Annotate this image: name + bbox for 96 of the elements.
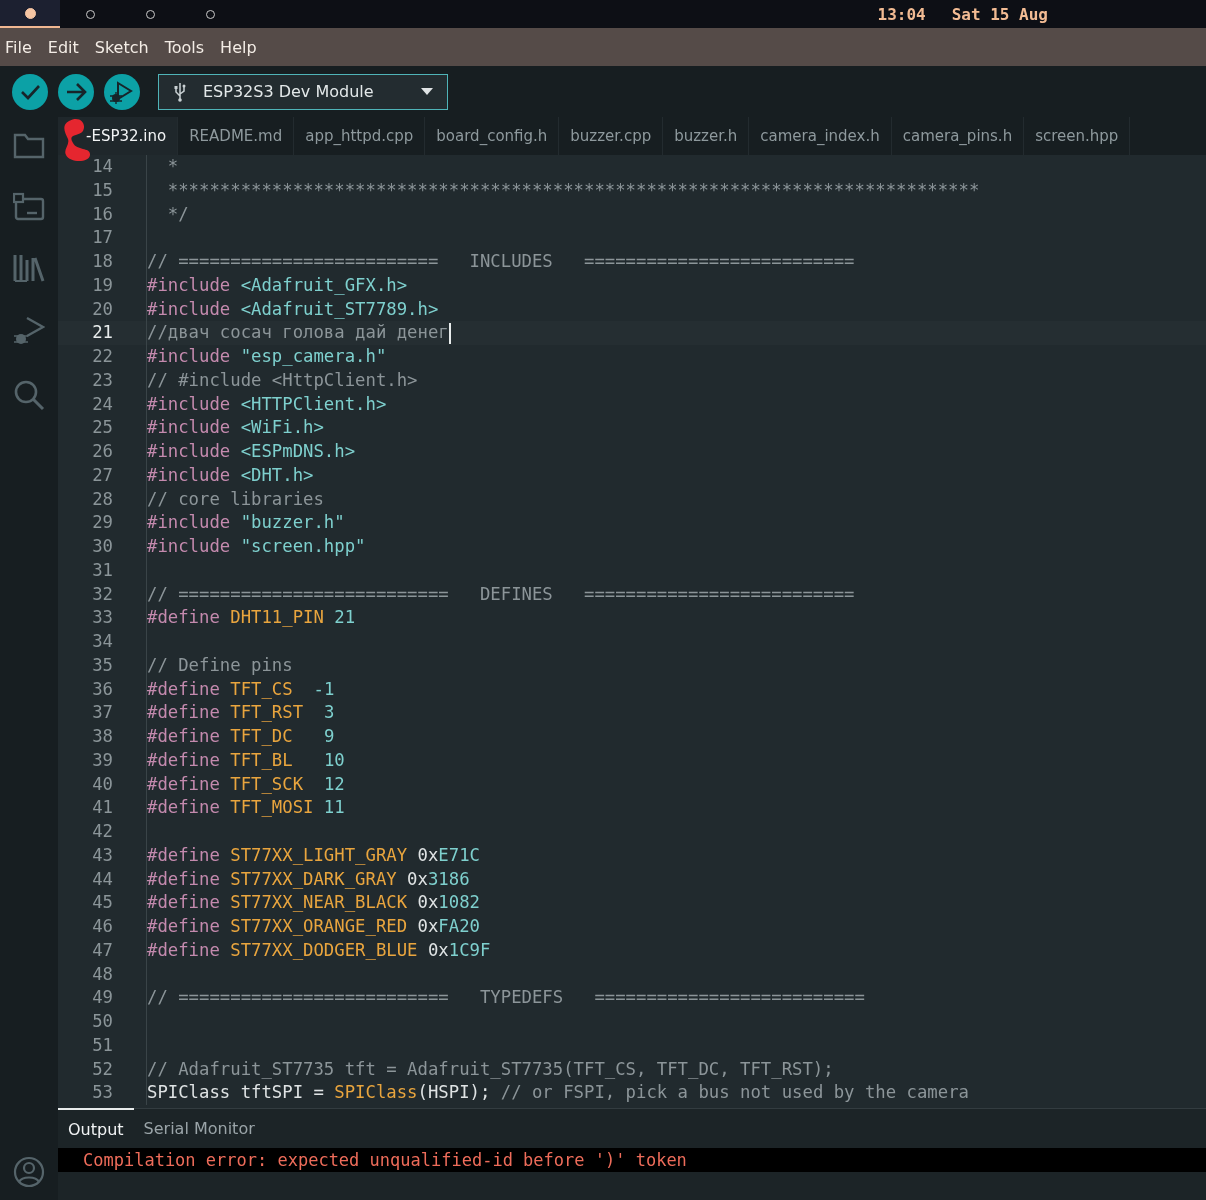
verify-icon[interactable] (12, 73, 48, 110)
line-number: 48 (91, 962, 114, 986)
code-line: // core libraries (147, 487, 324, 511)
menu-item[interactable]: Sketch (94, 37, 149, 57)
code-line: #define DHT11_PIN 21 (147, 606, 356, 630)
code-line: ****************************************************************************** (166, 178, 980, 202)
code-line: #include <WiFi.h> (147, 416, 324, 440)
line-number: 14 (91, 155, 114, 178)
code-line: */ (166, 202, 189, 226)
line-number: 29 (91, 511, 114, 535)
board-icon[interactable] (13, 191, 45, 221)
line-number: 43 (91, 843, 114, 867)
line-number: 20 (91, 297, 114, 321)
library-icon[interactable] (13, 253, 45, 283)
text-cursor (448, 322, 451, 344)
code-line: #define TFT_DC 9 (147, 725, 335, 748)
line-number: 50 (91, 1010, 114, 1033)
line-number: 40 (91, 772, 114, 796)
line-number: 53 (91, 1081, 114, 1105)
code-line: #include <Adafruit_ST7789.h> (147, 297, 439, 321)
code-line: // Adafruit_ST7735 tft = Adafruit_ST7735(TFT_CS, TFT_DC, TFT_RST); (147, 1057, 834, 1081)
code-line: //двач сосач голова дай денег (147, 321, 449, 345)
line-number: 51 (91, 1033, 114, 1057)
code-line: #include "screen.hpp" (147, 535, 366, 558)
code-line: SPIClass tftSPI = SPIClass(HSPI); // or FSPI, pick a bus not used by the camera (147, 1081, 969, 1105)
line-number: 36 (91, 677, 114, 701)
code-line: #include <ESPmDNS.h> (147, 440, 356, 463)
panel-tab[interactable]: Serial Monitor (133, 1109, 265, 1148)
menu-item[interactable]: Tools (164, 37, 205, 57)
code-line: // Define pins (147, 653, 293, 677)
caret-icon (421, 88, 433, 95)
line-number: 34 (91, 630, 114, 653)
menu-item[interactable]: Help (220, 37, 257, 57)
code-line: #include <Adafruit_GFX.h> (147, 273, 408, 297)
code-line: #define TFT_SCK 12 (147, 772, 345, 796)
line-number: 39 (91, 748, 114, 772)
line-number: 26 (91, 440, 114, 463)
code-line: #define ST77XX_DODGER_BLUE 0x1C9F (147, 938, 491, 962)
search-icon[interactable] (13, 379, 45, 411)
clock-date: Sat 15 Aug (951, 4, 1048, 24)
code-line: #define TFT_BL 10 (147, 748, 345, 772)
code-line: #define ST77XX_DARK_GRAY 0x3186 (147, 867, 470, 891)
line-number: 16 (91, 202, 114, 226)
line-number: 15 (91, 178, 114, 202)
line-number: 22 (91, 345, 114, 368)
code-line: #include "buzzer.h" (147, 511, 345, 535)
line-number: 46 (91, 915, 114, 938)
debug-icon[interactable] (104, 73, 140, 110)
line-number: 44 (91, 867, 114, 891)
code-line: #define ST77XX_ORANGE_RED 0xFA20 (147, 915, 480, 938)
line-number: 23 (91, 368, 114, 392)
code-line: // ========================== DEFINES ========================== (147, 582, 855, 606)
code-line: #define TFT_RST 3 (147, 701, 335, 725)
line-number: 37 (91, 701, 114, 725)
upload-icon[interactable] (58, 73, 94, 110)
code-line: #define TFT_CS -1 (147, 677, 335, 701)
workspace-indicator[interactable] (0, 0, 60, 28)
line-number: 49 (91, 986, 114, 1010)
line-number: 25 (91, 416, 114, 440)
code-line: #define ST77XX_LIGHT_GRAY 0xE71C (147, 843, 480, 867)
line-number: 45 (91, 891, 114, 915)
line-number: 18 (91, 250, 114, 273)
line-number: 30 (91, 535, 114, 558)
code-line: #include <DHT.h> (147, 463, 314, 487)
line-number: 27 (91, 463, 114, 487)
code-line: // #include <HttpClient.h> (147, 368, 418, 392)
clock-time: 13:04 (877, 4, 926, 24)
menu-item[interactable]: File (5, 37, 32, 57)
account-icon[interactable] (13, 1156, 45, 1188)
menu-item[interactable]: Edit (47, 37, 79, 57)
board-selector[interactable]: ESP32S3 Dev Module (158, 73, 448, 110)
line-number: 17 (91, 226, 114, 250)
debug-icon[interactable] (13, 315, 45, 347)
code-line: * (166, 155, 179, 178)
line-number: 19 (91, 273, 114, 297)
usb-icon (173, 81, 187, 102)
code-line: #include "esp_camera.h" (147, 345, 387, 368)
line-number: 52 (91, 1057, 114, 1081)
line-number: 42 (91, 820, 114, 843)
line-number: 38 (91, 725, 114, 748)
line-number: 28 (91, 487, 114, 511)
line-number: 41 (91, 796, 114, 820)
line-number: 24 (91, 392, 114, 416)
line-number: 32 (91, 582, 114, 606)
code-line: #include <HTTPClient.h> (147, 392, 387, 416)
line-number: 33 (91, 606, 114, 630)
code-line: #define TFT_MOSI 11 (147, 796, 345, 820)
code-line: // ========================== TYPEDEFS ========================== (147, 986, 865, 1010)
line-number: 47 (91, 938, 114, 962)
line-number: 21 (91, 321, 114, 345)
folder-icon[interactable] (13, 131, 45, 159)
line-number: 35 (91, 653, 114, 677)
line-number: 31 (91, 558, 114, 582)
error-message: Compilation error: expected unqualified-id before ')' token (83, 1150, 687, 1170)
code-line: #define ST77XX_NEAR_BLACK 0x1082 (147, 891, 480, 915)
code-line: // ========================= INCLUDES ========================== (147, 250, 855, 273)
